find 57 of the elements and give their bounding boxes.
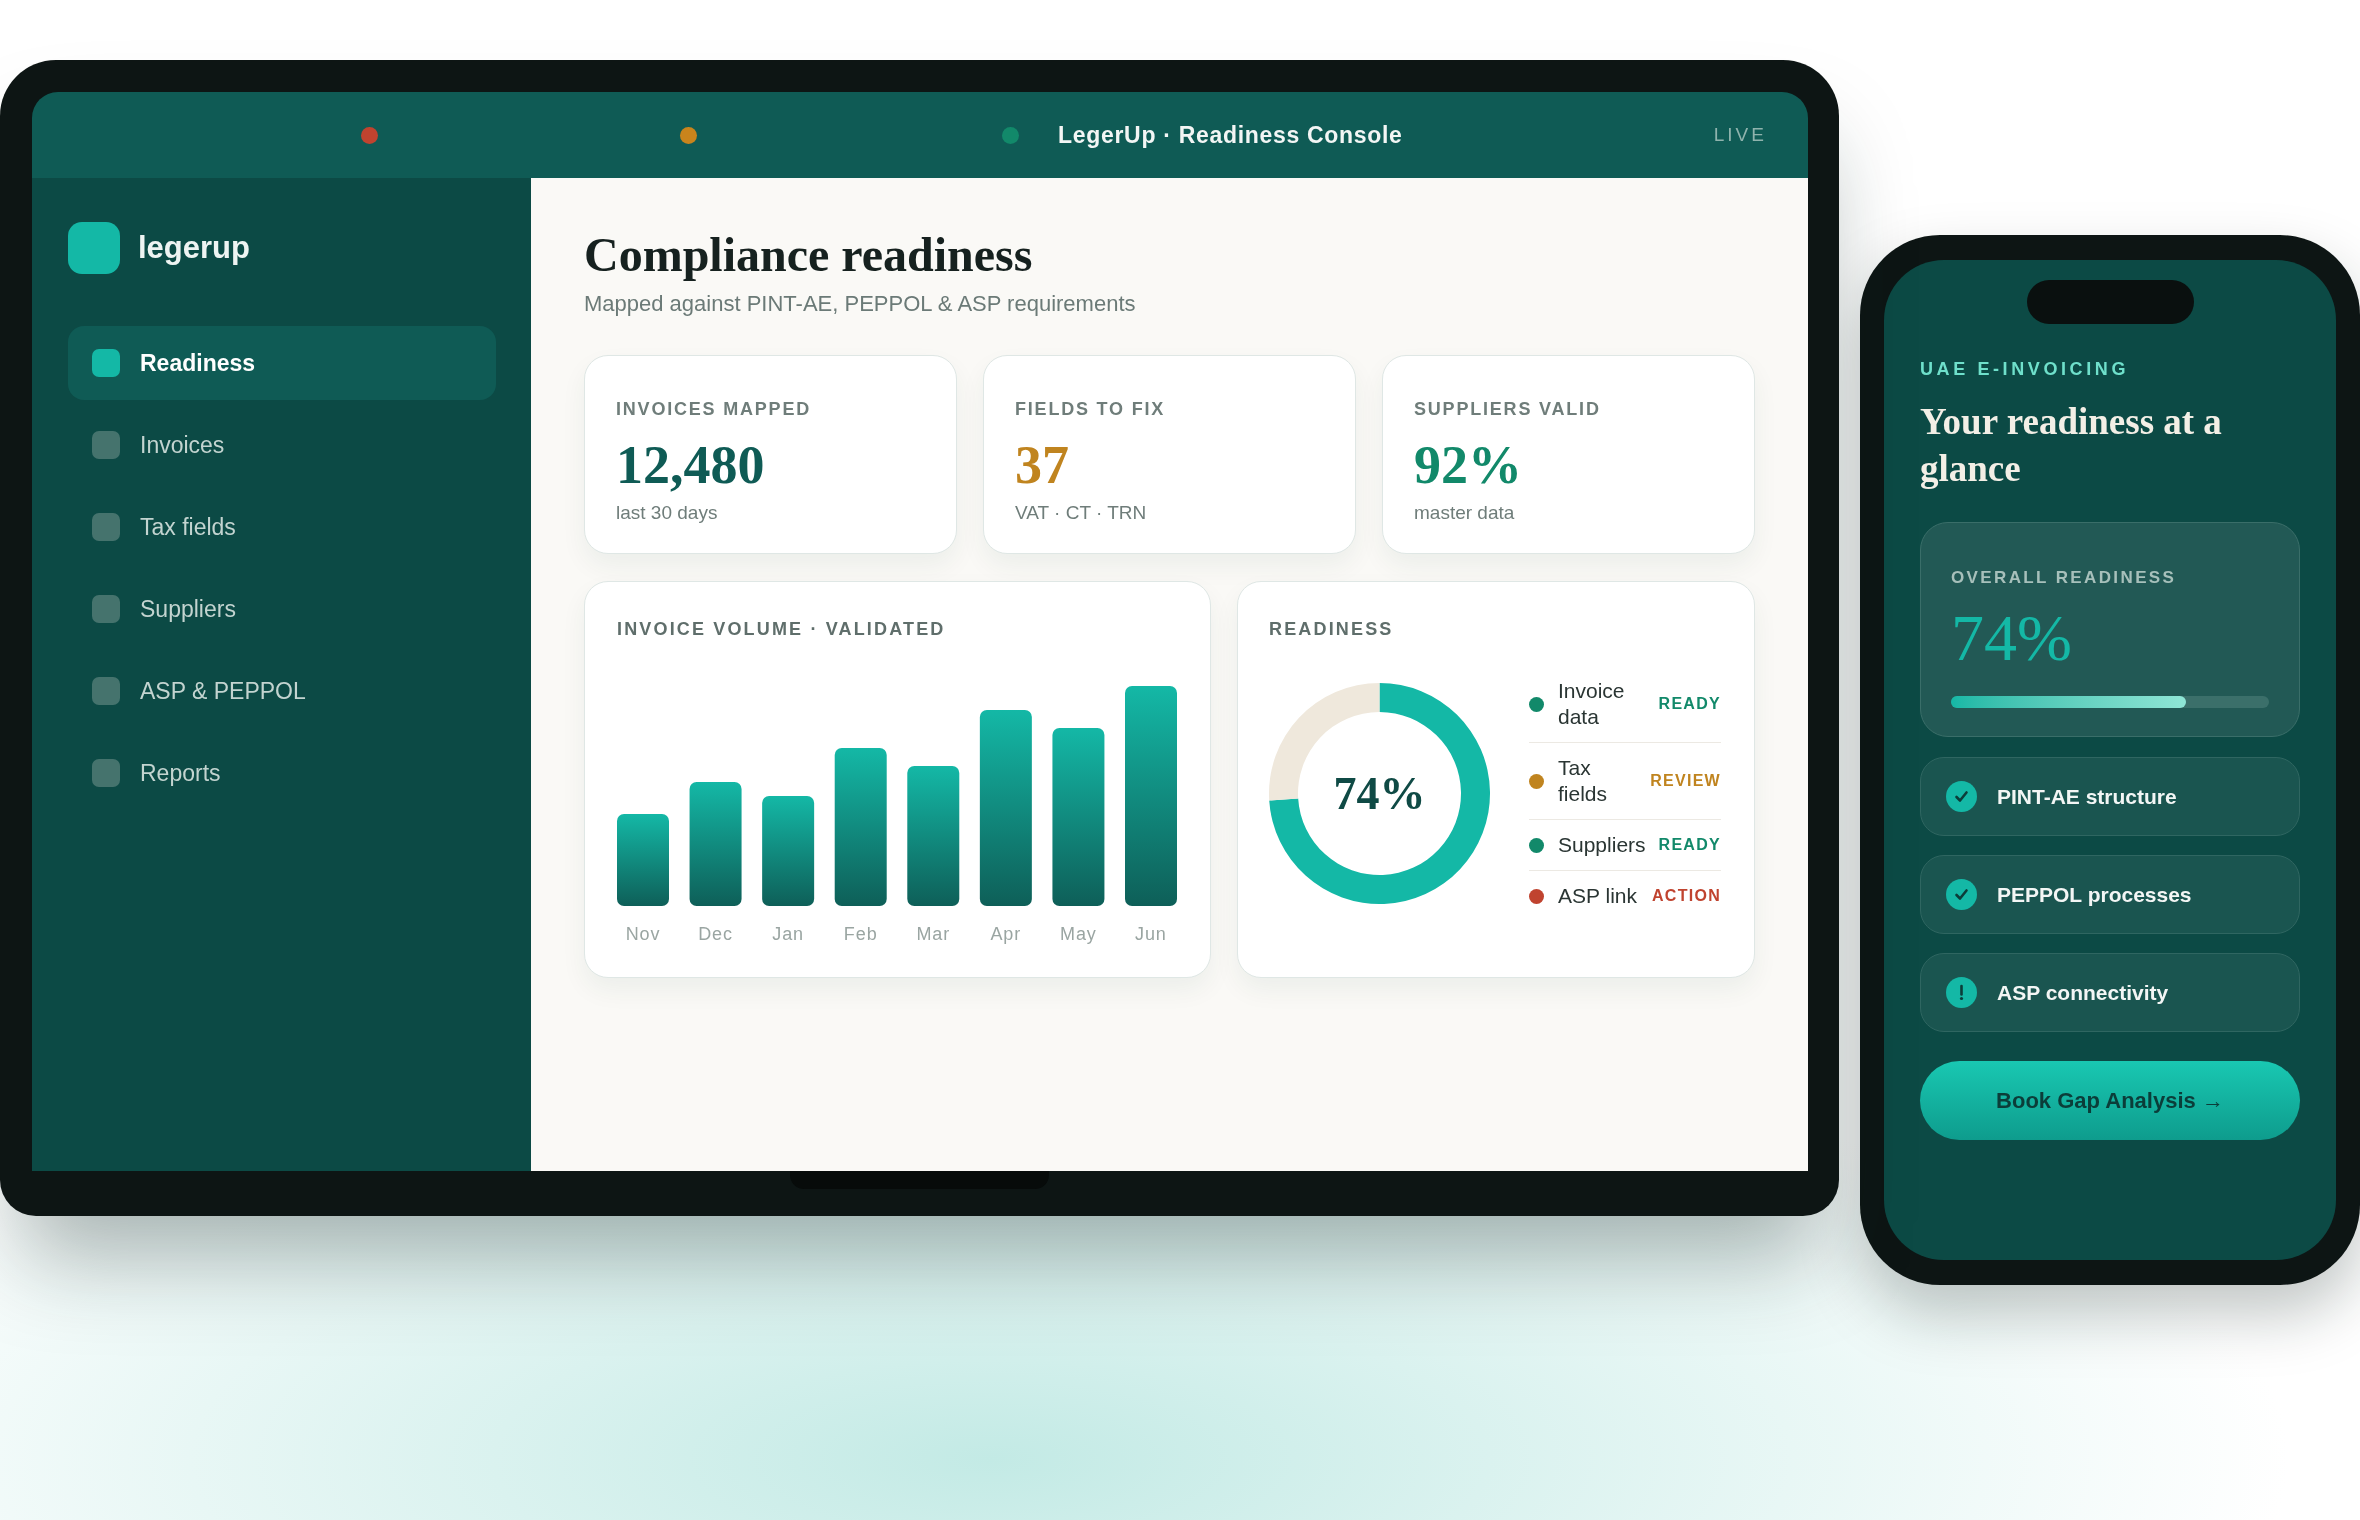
status-label: READY — [1657, 694, 1721, 714]
book-gap-analysis-button[interactable]: Book Gap Analysis → — [1920, 1061, 2300, 1140]
brand-name: legerup — [138, 228, 250, 267]
checklist-label: ASP connectivity — [1997, 979, 2169, 1006]
donut-center-label: 74% — [1333, 767, 1426, 820]
chart-title: INVOICE VOLUME · VALIDATED — [617, 618, 946, 641]
checklist-label: PEPPOL processes — [1997, 881, 2192, 908]
nav-item[interactable]: Suppliers — [68, 572, 496, 646]
stat-note: last 30 days — [616, 501, 718, 525]
nav-item[interactable]: ASP & PEPPOL — [68, 654, 496, 728]
nav-square-icon — [92, 595, 120, 623]
logo-mark-icon — [68, 222, 120, 274]
legend-label: Invoice data — [1558, 678, 1626, 730]
check-circle-icon — [1946, 879, 1977, 910]
stat-value: 12,480 — [616, 435, 765, 495]
eyebrow-label: UAE E-INVOICING — [1920, 358, 2129, 381]
month-label: May — [1060, 923, 1097, 946]
checklist-label: PINT-AE structure — [1997, 783, 2177, 810]
status-label: REVIEW — [1649, 771, 1721, 791]
month-label: Dec — [698, 923, 733, 946]
stat-note: master data — [1414, 501, 1515, 525]
legend-label: Tax fields — [1558, 755, 1609, 807]
live-label: LIVE — [1713, 122, 1767, 147]
overall-reading: 74% — [1951, 603, 2072, 673]
nav-square-icon — [92, 513, 120, 541]
month-label: Mar — [916, 923, 951, 946]
stat-value: 92% — [1414, 435, 1522, 495]
legend-label: ASP link — [1558, 883, 1637, 909]
month-label: Apr — [990, 923, 1022, 946]
card-title: READINESS — [1269, 618, 1394, 641]
month-label: Nov — [625, 923, 661, 946]
nav-square-icon — [92, 431, 120, 459]
stat-label: SUPPLIERS VALID — [1414, 398, 1601, 421]
nav-item[interactable]: Reports — [68, 736, 496, 810]
overall-label: OVERALL READINESS — [1951, 567, 2177, 589]
nav-item[interactable]: Invoices — [68, 408, 496, 482]
stat-note: VAT · CT · TRN — [1015, 501, 1147, 525]
stat-label: INVOICES MAPPED — [616, 398, 812, 421]
nav-item[interactable]: Readiness — [68, 326, 496, 400]
exclamation-circle-icon — [1946, 977, 1977, 1008]
page-title: Compliance readiness — [584, 228, 1033, 282]
status-label: ACTION — [1651, 886, 1721, 906]
check-circle-icon — [1946, 781, 1977, 812]
nav-square-icon — [92, 349, 120, 377]
window-title: LegerUp · Readiness Console — [1058, 120, 1403, 150]
phone-heading: Your readiness at a glance — [1920, 400, 2223, 491]
status-label: READY — [1657, 835, 1721, 855]
nav-square-icon — [92, 759, 120, 787]
page-subtitle: Mapped against PINT-AE, PEPPOL & ASP requirements — [584, 290, 1136, 318]
legend-label: Suppliers — [1558, 832, 1646, 858]
stat-value: 37 — [1015, 435, 1069, 495]
stat-label: FIELDS TO FIX — [1015, 398, 1166, 421]
nav-square-icon — [92, 677, 120, 705]
month-label: Feb — [843, 923, 878, 946]
month-label: Jun — [1135, 923, 1167, 946]
nav-item[interactable]: Tax fields — [68, 490, 496, 564]
month-label: Jan — [772, 923, 804, 946]
